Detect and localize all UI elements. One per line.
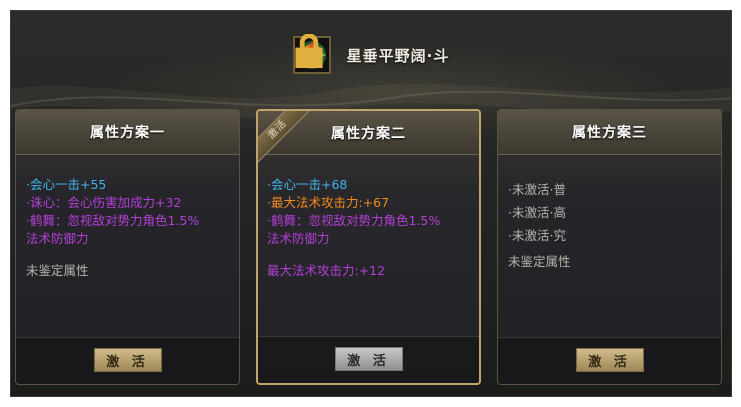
- scheme-attributes: ·未激活·普 ·未激活·高 ·未激活·究 未鉴定属性: [508, 178, 717, 271]
- lock-icon: [295, 34, 323, 68]
- scheme-card-1: 属性方案一 ·会心一击+55 ·诛心：会心伤害加成力+32 ·鹤舞：忽视敌对势力…: [15, 109, 240, 385]
- scheme-attributes: ·会心一击+68 ·最大法术攻击力:+67 ·鹤舞：忽视敌对势力角色1.5% 法…: [267, 176, 475, 280]
- item-icon[interactable]: [292, 34, 331, 74]
- scheme-card-2: 属性方案二 激活 ·会心一击+68 ·最大法术攻击力:+67 ·鹤舞：忽视敌对势…: [256, 109, 481, 385]
- attribute-line: ·未激活·高: [508, 205, 566, 220]
- attribute-line: ·未激活·究: [508, 228, 566, 243]
- scheme-card-footer: 激 活: [258, 336, 479, 383]
- attribute-line: ·未激活·普: [508, 182, 566, 197]
- header: 星垂平野阔·斗: [11, 33, 731, 77]
- item-title: 星垂平野阔·斗: [346, 46, 450, 65]
- activate-button[interactable]: 激 活: [575, 348, 644, 372]
- scheme-title: 属性方案二: [331, 125, 406, 142]
- scheme-card-header: 属性方案三: [498, 110, 721, 155]
- activate-button[interactable]: 激 活: [334, 347, 403, 371]
- scheme-title: 属性方案一: [90, 125, 165, 141]
- attribute-line: 法术防御力: [267, 231, 330, 246]
- attribute-line: ·会心一击+68: [267, 177, 348, 192]
- attribute-scheme-window: 星垂平野阔·斗 属性方案一 ·会心一击+55 ·诛心：会心伤害加成力+32 ·鹤…: [10, 10, 732, 397]
- scheme-title: 属性方案三: [572, 125, 647, 141]
- extra-attribute: 最大法术攻击力:+12: [267, 263, 386, 278]
- attribute-line: ·最大法术攻击力:+67: [267, 195, 390, 210]
- unidentified-attribute: 未鉴定属性: [26, 263, 89, 278]
- attribute-line: ·鹤舞：忽视敌对势力角色1.5%: [26, 213, 200, 228]
- scheme-card-footer: 激 活: [498, 337, 721, 384]
- attribute-line: ·会心一击+55: [26, 177, 107, 192]
- attribute-line: ·鹤舞：忽视敌对势力角色1.5%: [267, 213, 441, 228]
- attribute-line: 法术防御力: [26, 231, 89, 246]
- unidentified-attribute: 未鉴定属性: [508, 254, 571, 269]
- scheme-attributes: ·会心一击+55 ·诛心：会心伤害加成力+32 ·鹤舞：忽视敌对势力角色1.5%…: [26, 176, 235, 280]
- scheme-card-footer: 激 活: [16, 337, 239, 384]
- attribute-line: ·诛心：会心伤害加成力+32: [26, 195, 182, 210]
- activate-button[interactable]: 激 活: [93, 348, 162, 372]
- scheme-card-header: 属性方案一: [16, 110, 239, 155]
- scheme-card-3: 属性方案三 ·未激活·普 ·未激活·高 ·未激活·究 未鉴定属性 激 活: [497, 109, 722, 385]
